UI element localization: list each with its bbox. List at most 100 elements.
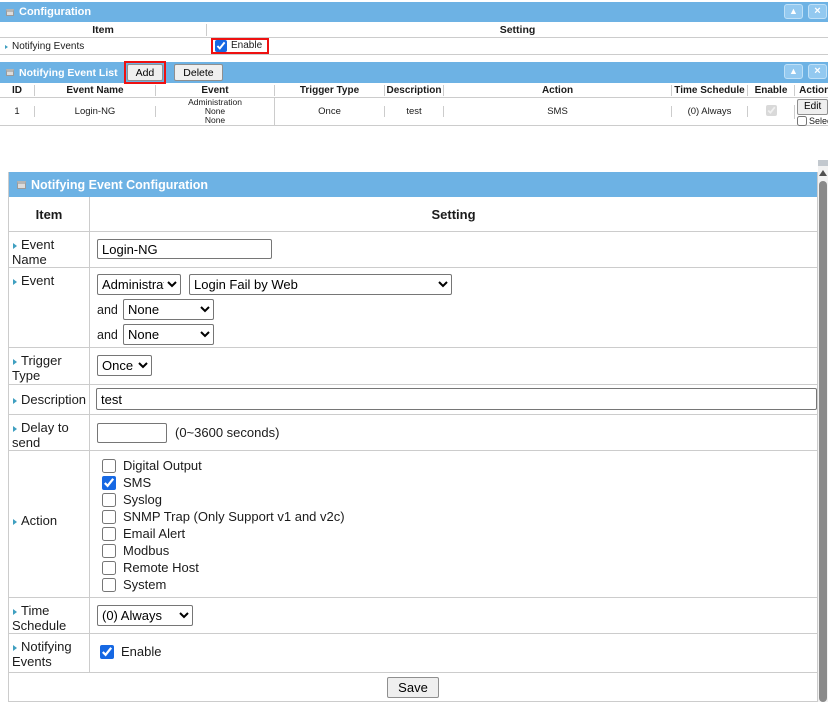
action-remote-host-checkbox[interactable]: [102, 561, 116, 575]
row-event-name: Login-NG: [35, 106, 156, 117]
event-and1-select[interactable]: None: [123, 299, 214, 320]
action-system-checkbox[interactable]: [102, 578, 116, 592]
notifying-events-item: Notifying Events: [0, 41, 207, 52]
event-name-label: Event Name: [9, 232, 90, 267]
trigger-type-label: Trigger Type: [9, 348, 90, 384]
action-snmp-trap-checkbox[interactable]: [102, 510, 116, 524]
notifying-event-list-panel: Notifying Event List Add Delete ▲ × ID E…: [0, 62, 828, 126]
delete-button[interactable]: Delete: [174, 64, 222, 81]
col-trigger-type: Trigger Type: [275, 85, 385, 96]
bullet-icon: [5, 45, 8, 49]
time-schedule-label: Time Schedule: [9, 598, 90, 633]
action-syslog-checkbox[interactable]: [102, 493, 116, 507]
bullet-icon: [13, 645, 17, 651]
description-input[interactable]: [96, 388, 817, 410]
close-icon[interactable]: ×: [808, 64, 827, 79]
panel-title: Notifying Event Configuration: [31, 178, 208, 192]
row-time-schedule: (0) Always: [672, 106, 748, 117]
row-trigger-type: Once: [275, 106, 385, 117]
save-row: Save: [9, 673, 817, 701]
delay-label: Delay to send: [9, 415, 90, 450]
action-row: Action Digital Output SMS Syslog SNMP Tr…: [9, 451, 817, 598]
table-row: 1 Login-NG Administration None None Once…: [0, 98, 828, 126]
red-highlight: Enable: [211, 38, 269, 54]
trigger-type-row: Trigger Type Once: [9, 348, 817, 385]
row-event: Administration None None: [156, 98, 275, 125]
row-actions: Edit Select: [795, 98, 828, 126]
form-enable-checkbox[interactable]: [100, 645, 114, 659]
panel-icon: [6, 9, 14, 16]
red-highlight: Add: [124, 61, 167, 84]
enable-label: Enable: [121, 644, 161, 659]
enable-label: Enable: [231, 40, 262, 51]
notifying-event-configuration-panel: Notifying Event Configuration Item Setti…: [8, 172, 818, 702]
bullet-icon: [13, 519, 17, 525]
close-icon[interactable]: ×: [808, 4, 827, 19]
col-actions: Actions: [795, 85, 828, 96]
event-name-row: Event Name: [9, 232, 817, 268]
delay-input[interactable]: [97, 423, 167, 443]
col-id: ID: [0, 85, 35, 96]
col-enable: Enable: [748, 85, 795, 96]
trigger-type-select[interactable]: Once: [97, 355, 152, 376]
event-category-select[interactable]: Administration: [97, 274, 181, 295]
table-row: Notifying Events Enable: [0, 38, 828, 55]
collapse-icon[interactable]: ▲: [784, 4, 803, 19]
action-checkbox-list: Digital Output SMS Syslog SNMP Trap (Onl…: [90, 451, 817, 597]
column-header-item: Item: [0, 24, 207, 36]
edit-button[interactable]: Edit: [797, 99, 828, 115]
event-label: Event: [9, 268, 90, 347]
form-col-item: Item: [9, 197, 90, 231]
event-row: Event Administration Login Fail by Web a…: [9, 268, 817, 348]
configuration-header: Configuration ▲ ×: [0, 2, 828, 22]
panel-title: Configuration: [19, 6, 91, 18]
configuration-panel: Configuration ▲ × Item Setting Notifying…: [0, 2, 828, 55]
panel-icon: [17, 181, 26, 189]
scroll-up-icon: [819, 170, 827, 176]
event-type-select[interactable]: Login Fail by Web: [189, 274, 452, 295]
row-select-checkbox[interactable]: [797, 116, 807, 126]
form-col-setting: Setting: [90, 197, 817, 231]
col-time-schedule: Time Schedule: [672, 85, 748, 96]
notifying-events-row: Notifying Events Enable: [9, 634, 817, 673]
time-schedule-select[interactable]: (0) Always: [97, 605, 193, 626]
action-sms-checkbox[interactable]: [102, 476, 116, 490]
delay-row: Delay to send (0~3600 seconds): [9, 415, 817, 451]
add-button[interactable]: Add: [127, 64, 164, 81]
bullet-icon: [13, 359, 17, 365]
action-digital-output-checkbox[interactable]: [102, 459, 116, 473]
row-enable: [748, 105, 795, 119]
notifying-events-enable-checkbox[interactable]: [215, 40, 227, 52]
bullet-icon: [13, 279, 17, 285]
save-button[interactable]: Save: [387, 677, 439, 698]
collapse-icon[interactable]: ▲: [784, 64, 803, 79]
col-description: Description: [385, 85, 444, 96]
notifying-events-setting: Enable: [207, 38, 828, 55]
vertical-scrollbar[interactable]: [818, 160, 828, 702]
panel-icon: [6, 69, 14, 76]
action-label: Action: [9, 451, 90, 597]
col-event: Event: [156, 85, 275, 96]
event-and2-select[interactable]: None: [123, 324, 214, 345]
bullet-icon: [13, 426, 17, 432]
bullet-icon: [13, 243, 17, 249]
scroll-up-button[interactable]: [818, 166, 828, 179]
event-list-header: Notifying Event List Add Delete ▲ ×: [0, 62, 828, 83]
action-email-alert-checkbox[interactable]: [102, 527, 116, 541]
row-enable-checkbox: [766, 105, 777, 116]
notifying-events-label: Notifying Events: [9, 634, 90, 672]
column-header-setting: Setting: [207, 24, 828, 36]
form-header: Notifying Event Configuration: [9, 172, 817, 197]
row-description: test: [385, 106, 444, 117]
panel-title: Notifying Event List: [19, 67, 118, 79]
scrollbar-thumb[interactable]: [819, 181, 827, 702]
delay-hint: (0~3600 seconds): [175, 425, 279, 440]
bullet-icon: [13, 398, 17, 404]
time-schedule-row: Time Schedule (0) Always: [9, 598, 817, 634]
description-row: Description: [9, 385, 817, 415]
select-label: Select: [809, 116, 828, 126]
col-event-name: Event Name: [35, 85, 156, 96]
action-modbus-checkbox[interactable]: [102, 544, 116, 558]
event-name-input[interactable]: [97, 239, 272, 259]
row-action: SMS: [444, 106, 672, 117]
